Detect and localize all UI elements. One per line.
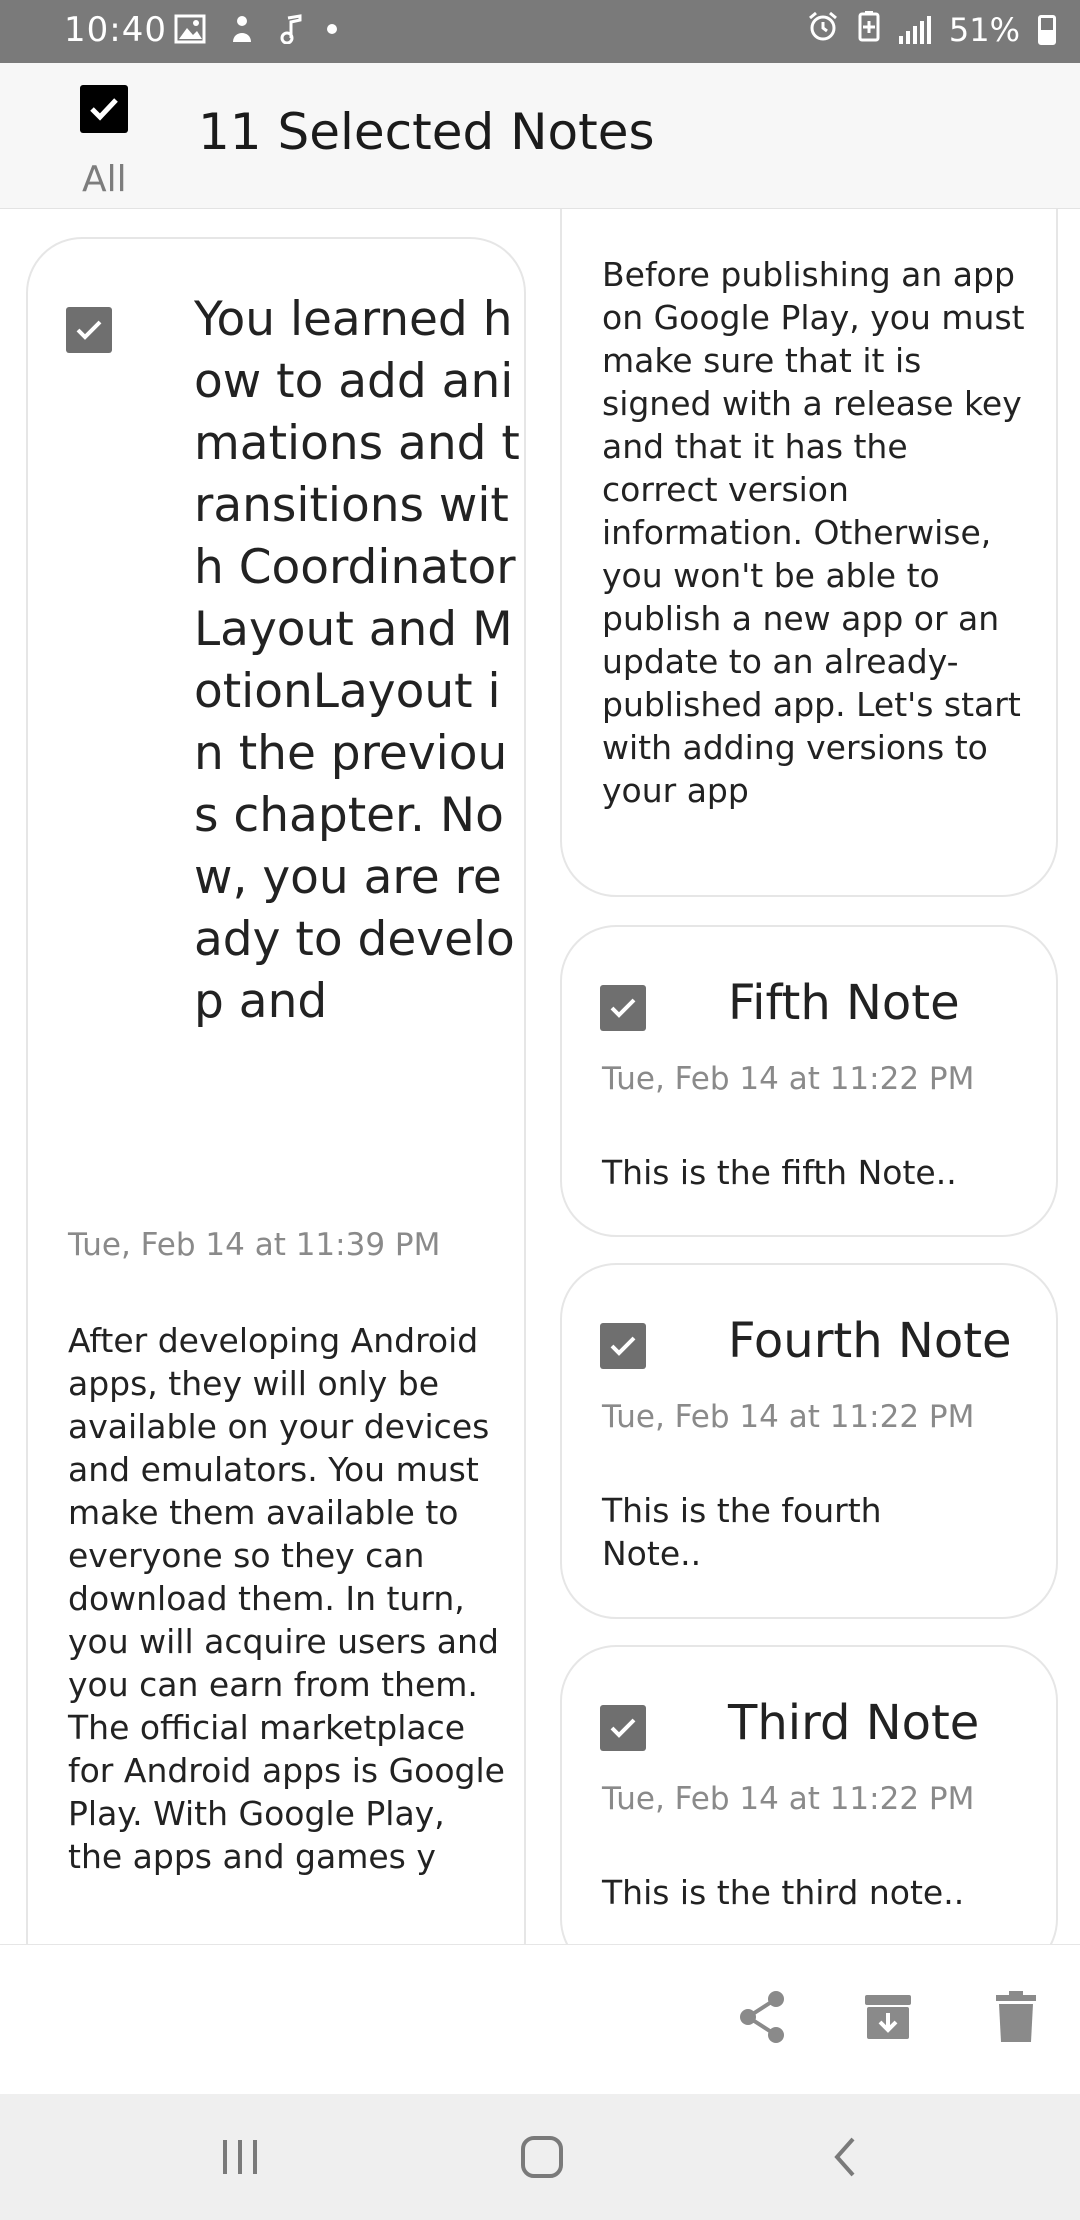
note-date: Tue, Feb 14 at 11:22 PM: [602, 1781, 975, 1817]
select-all-label: All: [82, 159, 127, 200]
status-bar: 10:40 51%: [0, 0, 1080, 63]
image-icon: [174, 14, 206, 52]
note-date: Tue, Feb 14 at 11:39 PM: [68, 1227, 441, 1263]
note-body: This is the fourth Note..: [602, 1491, 882, 1573]
notes-grid: You learned how to add animations and tr…: [0, 209, 1080, 1944]
note-checkbox[interactable]: [66, 307, 112, 353]
checkmark-icon: [610, 1336, 636, 1356]
note-body: After developing Android apps, they will…: [68, 1321, 505, 1876]
delete-button[interactable]: [986, 1987, 1046, 2047]
checkmark-icon: [90, 98, 118, 121]
more-notifications-dot-icon: [326, 14, 338, 52]
page-title: 11 Selected Notes: [198, 103, 655, 161]
note-card[interactable]: Fourth Note Tue, Feb 14 at 11:22 PM This…: [560, 1263, 1058, 1619]
alarm-icon: [807, 10, 839, 50]
note-checkbox[interactable]: [600, 985, 646, 1031]
note-body: Before publishing an app on Google Play,…: [602, 255, 1025, 810]
home-button[interactable]: [507, 2124, 577, 2190]
battery-percent: 51%: [948, 11, 1020, 49]
share-icon: [740, 1991, 784, 2043]
archive-button[interactable]: [858, 1987, 918, 2047]
status-time: 10:40: [64, 10, 167, 50]
note-title: Fifth Note: [728, 975, 960, 1031]
note-title: Third Note: [728, 1695, 980, 1751]
checkmark-icon: [76, 320, 102, 340]
note-body: This is the fifth Note..: [602, 1153, 957, 1192]
trash-icon: [996, 1991, 1036, 2042]
note-date: Tue, Feb 14 at 11:22 PM: [602, 1399, 975, 1435]
archive-icon: [865, 1995, 911, 2039]
note-checkbox[interactable]: [600, 1705, 646, 1751]
note-title: You learned how to add animations and tr…: [194, 292, 520, 1029]
note-card[interactable]: You learned how to add animations and tr…: [26, 237, 526, 1944]
signal-icon: [898, 16, 931, 44]
system-icons: 51%: [807, 10, 1056, 50]
note-checkbox[interactable]: [600, 1323, 646, 1369]
note-card[interactable]: Before publishing an app on Google Play,…: [560, 209, 1058, 897]
note-card[interactable]: Fifth Note Tue, Feb 14 at 11:22 PM This …: [560, 925, 1058, 1237]
notification-icons: [174, 14, 338, 52]
note-body: This is the third note..: [602, 1873, 965, 1912]
selection-action-bar: [0, 1944, 1080, 2095]
selection-header: All 11 Selected Notes: [0, 63, 1080, 209]
back-button[interactable]: [810, 2124, 880, 2190]
checkmark-icon: [610, 998, 636, 1018]
recent-apps-icon: [223, 2140, 257, 2174]
note-title: Fourth Note: [728, 1313, 1012, 1369]
select-all-checkbox[interactable]: [80, 85, 128, 133]
app-notification-icon: [228, 14, 256, 52]
battery-icon: [1038, 15, 1056, 45]
note-card[interactable]: Third Note Tue, Feb 14 at 11:22 PM This …: [560, 1645, 1058, 1944]
system-navigation-bar: [0, 2094, 1080, 2220]
music-note-icon: [278, 14, 304, 52]
battery-saver-icon: [857, 10, 881, 50]
note-date: Tue, Feb 14 at 11:22 PM: [602, 1061, 975, 1097]
share-button[interactable]: [732, 1987, 792, 2047]
recent-apps-button[interactable]: [205, 2124, 275, 2190]
home-icon: [521, 2136, 563, 2178]
checkmark-icon: [610, 1718, 636, 1738]
back-icon: [834, 2137, 855, 2177]
